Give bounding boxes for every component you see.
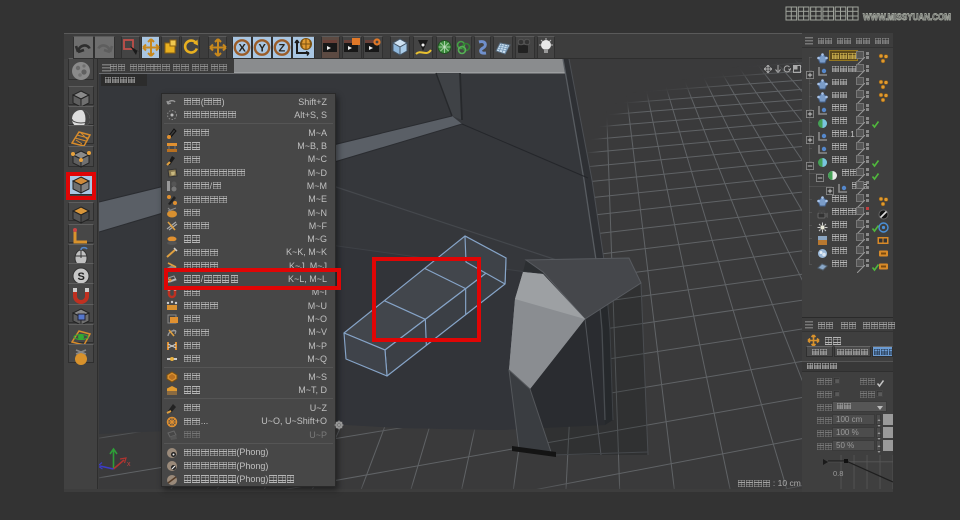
svg-text:X: X bbox=[239, 43, 247, 55]
svg-text:x: x bbox=[127, 461, 131, 468]
svg-text:S: S bbox=[78, 271, 85, 283]
svg-text:Z: Z bbox=[279, 43, 286, 55]
svg-text:Y: Y bbox=[259, 43, 267, 55]
svg-text:WWW.MISSYUAN.COM: WWW.MISSYUAN.COM bbox=[863, 12, 951, 23]
